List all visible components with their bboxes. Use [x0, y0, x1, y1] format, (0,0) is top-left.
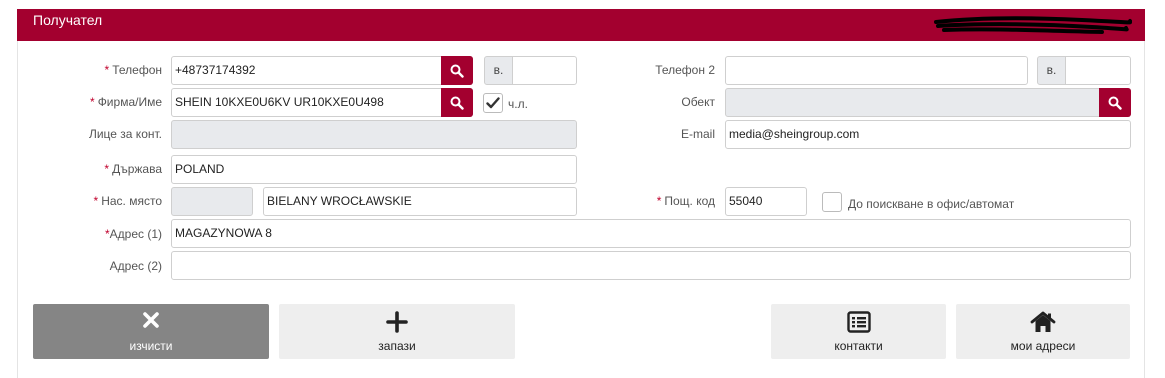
redaction-scribble	[934, 16, 1132, 34]
contacts-button-label: контакти	[834, 339, 883, 353]
address2-input[interactable]	[171, 251, 1131, 280]
search-icon	[1108, 96, 1122, 110]
list-icon	[846, 311, 871, 333]
search-icon	[450, 64, 464, 78]
contacts-button[interactable]: контакти	[771, 304, 946, 359]
my-addresses-button[interactable]: мои адреси	[956, 304, 1130, 359]
city-input[interactable]: BIELANY WROCŁAWSKIE	[263, 187, 577, 216]
office-pickup-checkbox[interactable]	[822, 192, 842, 212]
postcode-input[interactable]: 55040	[725, 187, 807, 216]
individual-checkbox-label: ч.л.	[508, 97, 528, 111]
contact-person-input[interactable]	[171, 120, 577, 149]
address2-label: Адрес (2)	[109, 259, 162, 273]
phone-ext-tag: в.	[484, 56, 513, 85]
panel-header: Получател	[17, 9, 1145, 41]
company-input[interactable]: SHEIN 10KXE0U6KV UR10KXE0U498	[171, 88, 473, 117]
clear-button[interactable]: изчисти	[33, 304, 269, 359]
search-icon	[450, 96, 464, 110]
checkmark-icon	[486, 97, 500, 109]
phone2-input[interactable]	[725, 56, 1028, 85]
address1-input[interactable]: MAGAZYNOWA 8	[171, 219, 1131, 248]
email-label: E-mail	[680, 127, 715, 141]
phone2-ext-tag: в.	[1037, 56, 1066, 85]
company-label: * Фирма/Име	[90, 95, 162, 109]
save-button[interactable]: запази	[279, 304, 515, 359]
panel-title: Получател	[33, 12, 103, 28]
phone2-ext-input[interactable]	[1065, 56, 1131, 85]
country-input[interactable]: POLAND	[171, 155, 577, 184]
close-icon	[143, 312, 159, 328]
clear-button-label: изчисти	[129, 339, 173, 353]
individual-checkbox[interactable]	[483, 93, 503, 113]
phone-search-button[interactable]	[441, 56, 473, 85]
object-input[interactable]	[725, 88, 1131, 117]
object-search-button[interactable]	[1099, 88, 1131, 117]
phone-label: * Телефон	[104, 63, 162, 77]
phone2-label: Телефон 2	[655, 63, 715, 77]
phone-ext-input[interactable]	[512, 56, 577, 85]
office-pickup-label: До поискване в офис/автомат	[848, 197, 1015, 211]
postcode-label: * Пощ. код	[656, 194, 715, 208]
phone-input[interactable]: +48737174392	[171, 56, 473, 85]
contact-person-label: Лице за конт.	[88, 127, 162, 141]
country-label: * Държава	[104, 162, 162, 176]
plus-icon	[386, 311, 408, 333]
object-label: Обект	[681, 95, 715, 109]
home-icon	[1030, 311, 1056, 332]
save-button-label: запази	[378, 339, 416, 353]
email-input[interactable]: media@sheingroup.com	[725, 120, 1131, 149]
city-code-input[interactable]	[171, 187, 253, 216]
my-addresses-button-label: мои адреси	[1010, 339, 1076, 353]
company-search-button[interactable]	[441, 88, 473, 117]
address1-label: *Адрес (1)	[104, 227, 162, 241]
city-label: * Нас. място	[93, 194, 162, 208]
